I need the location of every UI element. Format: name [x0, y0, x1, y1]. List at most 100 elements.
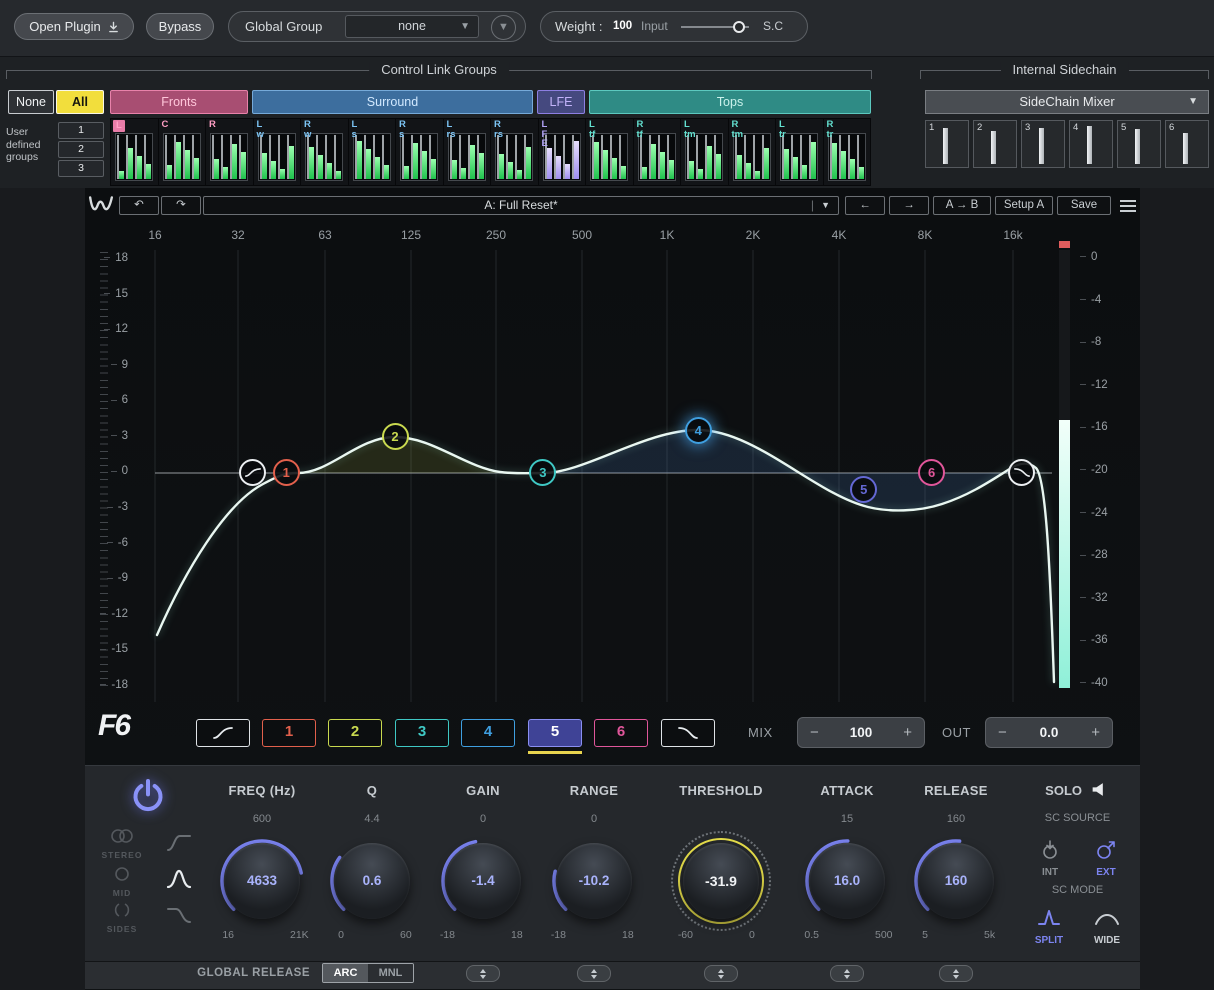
sidechain-fader-1[interactable]: 1	[925, 120, 969, 168]
global-group-dropdown[interactable]: none ▼	[345, 15, 479, 38]
channel-cell-Lrs[interactable]: L rs	[444, 119, 491, 185]
channel-cell-Rtr[interactable]: R tr	[824, 119, 871, 185]
channel-cell-C[interactable]: C	[159, 119, 206, 185]
release-stepper[interactable]	[939, 965, 973, 982]
filter-type-shelf-down-button[interactable]	[166, 903, 194, 929]
band-node-4[interactable]: 4	[685, 417, 712, 444]
sc-source-ext-button[interactable]: EXT	[1093, 840, 1119, 878]
prev-preset-button[interactable]: ←	[845, 196, 885, 215]
channel-cell-Ls[interactable]: L s	[349, 119, 396, 185]
filter-type-bell-button[interactable]	[166, 866, 194, 892]
band-node-1[interactable]: 1	[273, 459, 300, 486]
undo-button[interactable]: ↶	[119, 196, 159, 215]
mnl-button[interactable]: MNL	[368, 964, 413, 982]
threshold-stepper[interactable]	[704, 965, 738, 982]
channel-cell-Ltm[interactable]: L tm	[681, 119, 728, 185]
highpass-filter-button[interactable]	[196, 719, 250, 747]
band-button-6[interactable]: 6	[594, 719, 648, 747]
knob-min: 16	[202, 929, 234, 941]
user-group-button-3[interactable]: 3	[58, 160, 104, 177]
next-preset-button[interactable]: →	[889, 196, 929, 215]
gain-stepper[interactable]	[466, 965, 500, 982]
channel-cell-Rs[interactable]: R s	[396, 119, 443, 185]
channel-meter	[353, 133, 391, 181]
hamburger-menu-icon[interactable]	[1117, 197, 1139, 215]
band-button-2[interactable]: 2	[328, 719, 382, 747]
bypass-button[interactable]: Bypass	[146, 13, 214, 40]
range-stepper[interactable]	[577, 965, 611, 982]
db-right-label: -28	[1080, 549, 1134, 561]
channel-cell-LFE[interactable]: L F E	[539, 119, 586, 185]
mid-mode-button[interactable]: MID	[96, 866, 148, 898]
sc-mode-split-button[interactable]: SPLIT	[1033, 906, 1065, 946]
sidechain-fader-5[interactable]: 5	[1117, 120, 1161, 168]
channel-cell-Rw[interactable]: R w	[301, 119, 348, 185]
channel-cell-Ltr[interactable]: L tr	[776, 119, 823, 185]
speaker-icon[interactable]	[1090, 782, 1106, 797]
group-button-tops[interactable]: Tops	[589, 90, 871, 114]
clip-indicator[interactable]	[1059, 241, 1070, 248]
band-button-3[interactable]: 3	[395, 719, 449, 747]
redo-button[interactable]: ↷	[161, 196, 201, 215]
sidechain-fader-number: 6	[1169, 122, 1174, 133]
lowpass-filter-button[interactable]	[661, 719, 715, 747]
user-group-button-1[interactable]: 1	[58, 122, 104, 139]
sidechain-fader-handle[interactable]	[991, 131, 996, 164]
db-ruler-ticks	[100, 252, 108, 688]
sc-source-int-button[interactable]: INT	[1037, 840, 1063, 878]
sidechain-fader-4[interactable]: 4	[1069, 120, 1113, 168]
channel-cell-Lw[interactable]: L w	[254, 119, 301, 185]
power-button[interactable]	[128, 776, 168, 816]
weight-label: Weight :	[555, 12, 602, 41]
channel-cell-Ltf[interactable]: L tf	[586, 119, 633, 185]
channel-cell-L[interactable]: L	[111, 119, 158, 185]
sidechain-fader-handle[interactable]	[1135, 129, 1140, 164]
band-button-4[interactable]: 4	[461, 719, 515, 747]
band-button-1[interactable]: 1	[262, 719, 316, 747]
stereo-mode-button[interactable]: STEREO	[96, 828, 148, 860]
chevron-down-icon: ▼	[1188, 91, 1198, 113]
sidechain-fader-3[interactable]: 3	[1021, 120, 1065, 168]
group-button-none[interactable]: None	[8, 90, 54, 114]
mix-plus-button[interactable]: +	[903, 718, 912, 747]
sidechain-fader-handle[interactable]	[1039, 128, 1044, 164]
weight-slider-handle[interactable]	[733, 21, 745, 33]
open-plugin-button[interactable]: Open Plugin	[14, 13, 134, 40]
sidechain-fader-6[interactable]: 6	[1165, 120, 1209, 168]
sides-mode-button[interactable]: SIDES	[96, 902, 148, 934]
mix-minus-button[interactable]: −	[810, 718, 819, 747]
sidechain-fader-handle[interactable]	[1087, 126, 1092, 164]
channel-cell-Rtf[interactable]: R tf	[634, 119, 681, 185]
band-node-2[interactable]: 2	[382, 423, 409, 450]
group-button-all[interactable]: All	[56, 90, 104, 114]
channel-cell-R[interactable]: R	[206, 119, 253, 185]
setup-a-button[interactable]: Setup A	[995, 196, 1053, 215]
freq-control-column: FREQ (Hz) 600 4633 16 21K	[202, 775, 322, 967]
group-button-fronts[interactable]: Fronts	[110, 90, 248, 114]
sidechain-fader-2[interactable]: 2	[973, 120, 1017, 168]
freq-label-4K: 4K	[819, 228, 859, 242]
sidechain-fader-handle[interactable]	[943, 128, 948, 164]
group-button-surround[interactable]: Surround	[252, 90, 533, 114]
db-left-label: -18	[88, 679, 128, 691]
sidechain-fader-handle[interactable]	[1183, 133, 1188, 164]
ab-compare-button[interactable]: A → B	[933, 196, 991, 215]
preset-field[interactable]: A: Full Reset* | ▼	[203, 196, 839, 215]
sidechain-mixer-dropdown[interactable]: SideChain Mixer ▼	[925, 90, 1209, 114]
group-button-lfe[interactable]: LFE	[537, 90, 585, 114]
channel-cell-Rrs[interactable]: R rs	[491, 119, 538, 185]
channel-cell-Rtm[interactable]: R tm	[729, 119, 776, 185]
arc-button[interactable]: ARC	[323, 964, 368, 982]
global-group-expand-button[interactable]: ▼	[491, 15, 516, 40]
out-minus-button[interactable]: −	[998, 718, 1007, 747]
mid-icon	[107, 866, 137, 882]
filter-type-shelf-up-button[interactable]	[166, 830, 194, 856]
preset-dropdown-caret-icon[interactable]: ▼	[821, 197, 830, 214]
band-button-5[interactable]: 5	[528, 719, 582, 747]
user-group-button-2[interactable]: 2	[58, 141, 104, 158]
out-plus-button[interactable]: +	[1091, 718, 1100, 747]
attack-stepper[interactable]	[830, 965, 864, 982]
sc-mode-wide-button[interactable]: WIDE	[1091, 906, 1123, 946]
save-button[interactable]: Save	[1057, 196, 1111, 215]
sidechain-meters: 123456	[925, 120, 1209, 168]
